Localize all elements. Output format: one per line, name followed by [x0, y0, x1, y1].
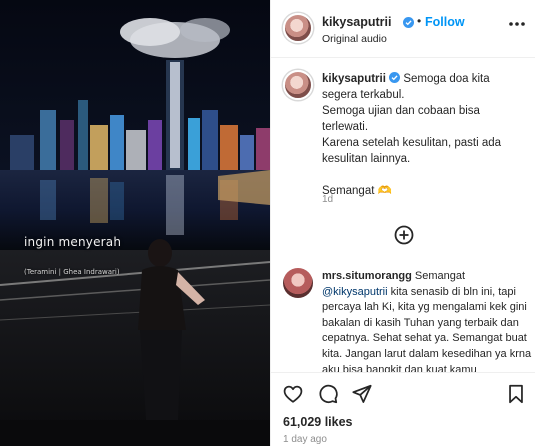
bookmark-icon[interactable]	[505, 383, 527, 405]
post-date[interactable]: 1 day ago	[283, 434, 327, 445]
verified-badge-icon	[389, 72, 401, 83]
caption-username[interactable]: kikysaputrii	[322, 73, 386, 85]
post-caption: kikysaputrii Semoga doa kita segera terk…	[322, 71, 522, 199]
send-icon[interactable]	[351, 383, 373, 405]
post-sidebar: kikysaputrii • Follow Original audio kik…	[270, 0, 535, 446]
comment-mention[interactable]: @kikysaputrii	[322, 286, 388, 298]
caption-line: Semangat 🫶	[322, 185, 392, 197]
comment-icon[interactable]	[317, 383, 339, 405]
caption-line: terlewati.	[322, 121, 369, 133]
separator-dot: •	[417, 14, 422, 28]
caption-line: Karena setelah kesulitan, pasti ada	[322, 137, 502, 149]
reel-video[interactable]: ingin menyerah (Teramini | Ghea Indrawar…	[0, 0, 270, 446]
follow-button[interactable]: Follow	[425, 15, 465, 29]
video-overlay-title: ingin menyerah	[24, 235, 122, 249]
post-header: kikysaputrii • Follow Original audio	[271, 0, 535, 58]
night-harbor-scene	[0, 0, 270, 446]
verified-badge-icon	[403, 17, 414, 28]
reel-post-viewer: ingin menyerah (Teramini | Ghea Indrawar…	[0, 0, 535, 446]
more-options-icon[interactable]	[506, 14, 528, 34]
audio-label[interactable]: Original audio	[322, 33, 387, 45]
commenter-username[interactable]: mrs.situmorangg	[322, 270, 412, 282]
action-bar: 61,029 likes 1 day ago	[271, 372, 535, 446]
caption-avatar[interactable]	[283, 70, 313, 100]
comment-body: kita senasib di bln ini, tapi percaya la…	[322, 285, 532, 376]
caption-line: Semoga doa kita	[403, 73, 490, 85]
caption-line: Semoga ujian dan cobaan bisa	[322, 105, 480, 117]
caption-line: segera terkabul.	[322, 89, 405, 101]
caption-timestamp: 1d	[322, 194, 334, 205]
caption-line: kesulitan lainnya.	[322, 153, 411, 165]
video-overlay-credit: (Teramini | Ghea Indrawari)	[24, 268, 120, 276]
author-username[interactable]: kikysaputrii	[322, 15, 391, 29]
heart-icon[interactable]	[282, 383, 304, 405]
author-avatar[interactable]	[283, 13, 313, 43]
commenter-avatar[interactable]	[283, 268, 313, 298]
comment: mrs.situmorangg Semangat @kikysaputrii k…	[322, 269, 532, 378]
comment-first-text: Semangat	[411, 270, 466, 282]
plus-circle-icon[interactable]	[394, 225, 414, 245]
likes-count[interactable]: 61,029 likes	[283, 415, 353, 429]
